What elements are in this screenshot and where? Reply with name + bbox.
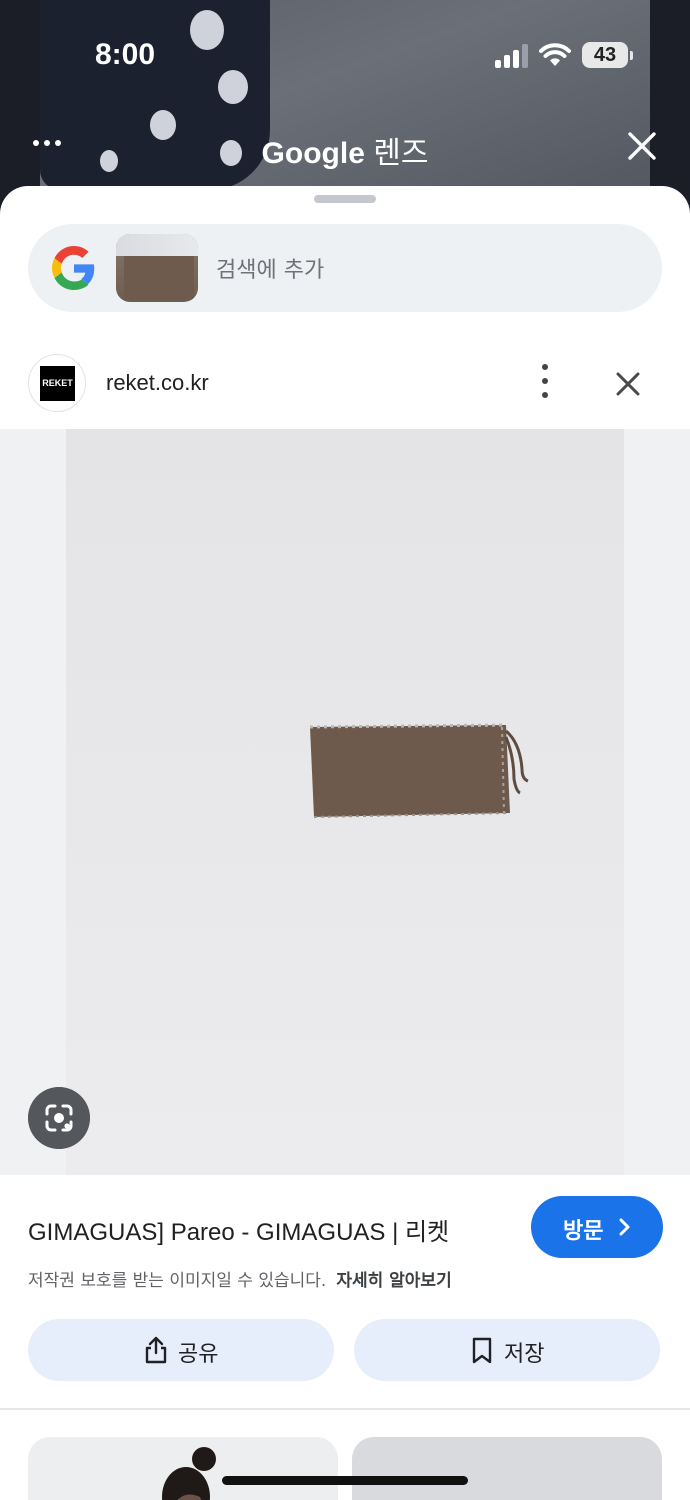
google-g-icon bbox=[52, 246, 95, 290]
lens-camera-icon[interactable] bbox=[28, 1087, 90, 1149]
close-icon[interactable] bbox=[626, 130, 658, 162]
battery-indicator: 43 bbox=[582, 42, 633, 68]
visit-button[interactable]: 방문 bbox=[531, 1196, 663, 1258]
result-image[interactable] bbox=[66, 429, 624, 1175]
learn-more-link[interactable]: 자세히 알아보기 bbox=[336, 1271, 451, 1291]
chevron-right-icon bbox=[619, 1218, 630, 1236]
lens-title-brand: Google bbox=[261, 137, 365, 170]
search-box[interactable]: 검색에 추가 bbox=[28, 224, 662, 312]
product-skirt-image bbox=[309, 723, 529, 818]
query-image-thumbnail[interactable] bbox=[116, 234, 198, 302]
lens-title-suffix: 렌즈 bbox=[373, 137, 429, 170]
wifi-icon bbox=[539, 43, 571, 66]
related-result-card[interactable] bbox=[28, 1437, 338, 1500]
sheet-drag-handle[interactable] bbox=[314, 195, 376, 203]
lens-title: Google 렌즈 bbox=[0, 128, 690, 172]
share-button-label: 공유 bbox=[178, 1342, 219, 1367]
status-time: 8:00 bbox=[95, 38, 156, 71]
related-result-card[interactable] bbox=[352, 1437, 662, 1500]
share-button[interactable]: 공유 bbox=[28, 1319, 334, 1381]
result-image-area bbox=[0, 429, 690, 1175]
more-vert-icon[interactable] bbox=[530, 362, 560, 402]
source-domain[interactable]: reket.co.kr bbox=[106, 370, 209, 396]
copyright-text: 저작권 보호를 받는 이미지일 수 있습니다. bbox=[28, 1271, 327, 1291]
bookmark-icon bbox=[472, 1337, 492, 1364]
source-logo-text: REKET bbox=[40, 366, 75, 401]
result-title[interactable]: GIMAGUAS] Pareo - GIMAGUAS | 리켓 bbox=[28, 1212, 449, 1247]
close-icon[interactable] bbox=[612, 368, 644, 400]
home-indicator[interactable] bbox=[222, 1476, 468, 1485]
save-button[interactable]: 저장 bbox=[354, 1319, 660, 1381]
results-sheet: 검색에 추가 REKET reket.co.kr GIMAGUAS] Pareo… bbox=[0, 186, 690, 1500]
copyright-notice: 저작권 보호를 받는 이미지일 수 있습니다. 자세히 알아보기 bbox=[28, 1266, 452, 1291]
source-header: REKET reket.co.kr bbox=[0, 346, 690, 426]
save-button-label: 저장 bbox=[504, 1342, 545, 1367]
source-logo: REKET bbox=[28, 354, 86, 412]
status-bar: 8:00 43 bbox=[0, 36, 690, 76]
section-divider bbox=[0, 1408, 690, 1410]
search-placeholder: 검색에 추가 bbox=[216, 258, 325, 283]
related-result-image bbox=[162, 1447, 216, 1500]
visit-button-label: 방문 bbox=[563, 1219, 604, 1244]
cellular-signal-icon bbox=[495, 44, 529, 68]
lens-header: Google 렌즈 bbox=[0, 120, 690, 176]
share-icon bbox=[145, 1336, 167, 1364]
